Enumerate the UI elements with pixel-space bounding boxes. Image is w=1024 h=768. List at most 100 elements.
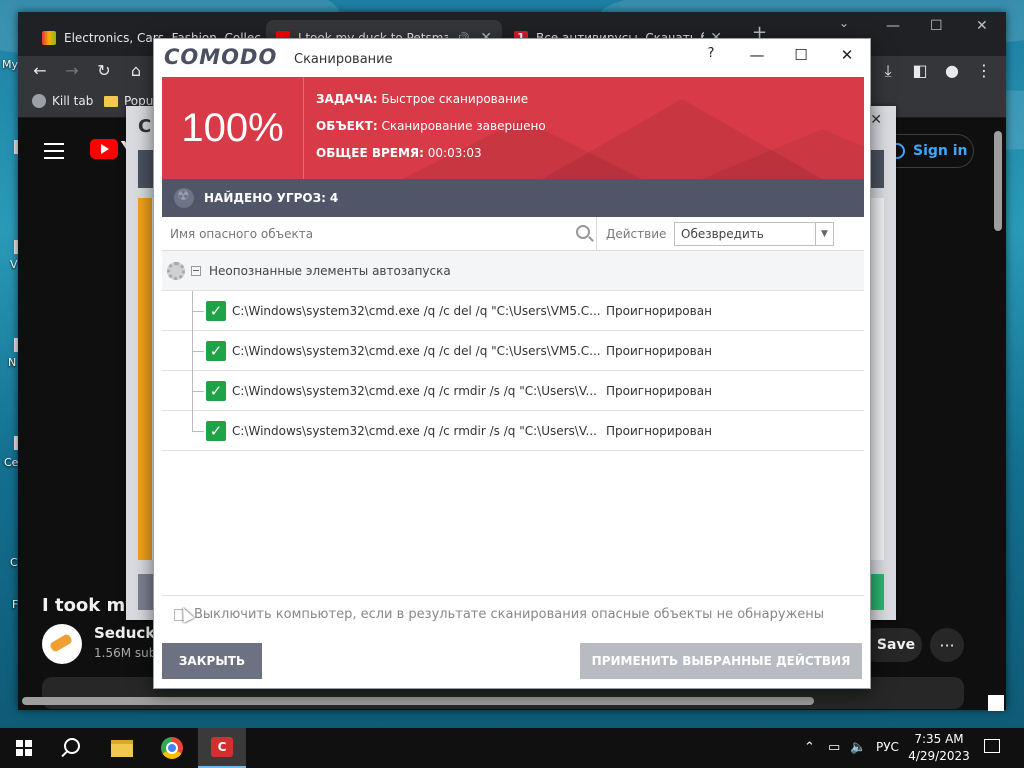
threat-list: ✓ C:\Windows\system32\cmd.exe /q /c del … bbox=[162, 291, 864, 591]
chrome-taskbar-button[interactable] bbox=[148, 728, 196, 768]
close-button[interactable]: ЗАКРЫТЬ bbox=[162, 643, 262, 679]
show-hidden-icons-icon[interactable]: ⌃ bbox=[804, 740, 815, 755]
time-line: ОБЩЕЕ ВРЕМЯ: 00:03:03 bbox=[316, 146, 482, 160]
task-label: ЗАДАЧА: bbox=[316, 92, 378, 106]
taskbar-search-icon[interactable] bbox=[64, 738, 80, 754]
side-panel-icon[interactable]: ◧ bbox=[910, 61, 930, 80]
comodo-logo: COMODO bbox=[164, 45, 278, 69]
background-window-close-icon[interactable]: ✕ bbox=[870, 112, 882, 128]
comodo-taskbar-button[interactable]: C bbox=[198, 728, 246, 768]
gear-icon bbox=[167, 261, 185, 280]
desktop-icon-label[interactable]: V bbox=[10, 258, 18, 271]
object-value: Сканирование завершено bbox=[381, 119, 546, 133]
task-line: ЗАДАЧА: Быстрое сканирование bbox=[316, 92, 528, 106]
profile-icon[interactable]: ● bbox=[942, 61, 962, 80]
youtube-logo-icon[interactable] bbox=[90, 139, 118, 159]
threat-group-row[interactable]: Неопознанные элементы автозапуска bbox=[162, 251, 864, 291]
background-window-logo: C bbox=[138, 116, 152, 137]
bookmark-kill-tab[interactable]: Kill tab bbox=[32, 94, 93, 108]
horizontal-scrollbar[interactable] bbox=[22, 697, 814, 705]
dialog-titlebar: COMODO Сканирование ? — ☐ ✕ bbox=[154, 39, 870, 77]
hamburger-menu-icon[interactable] bbox=[44, 143, 64, 164]
threats-label: НАЙДЕНО УГРОЗ: bbox=[204, 191, 326, 205]
folder-icon bbox=[104, 95, 118, 107]
time-label: ОБЩЕЕ ВРЕМЯ: bbox=[316, 146, 424, 160]
clock-date: 4/29/2023 bbox=[908, 749, 970, 763]
time-value: 00:03:03 bbox=[427, 146, 482, 160]
file-explorer-button[interactable] bbox=[98, 728, 146, 768]
home-icon[interactable]: ⌂ bbox=[126, 61, 146, 80]
maximize-button[interactable]: ☐ bbox=[930, 18, 943, 34]
progress-percent: 100% bbox=[162, 77, 304, 179]
dialog-minimize-icon[interactable]: — bbox=[748, 46, 766, 64]
more-actions-button[interactable]: ··· bbox=[930, 628, 964, 662]
sign-in-label: Sign in bbox=[913, 143, 968, 159]
column-separator bbox=[596, 217, 597, 251]
close-browser-button[interactable]: ✕ bbox=[976, 18, 988, 34]
back-arrow-icon[interactable]: ← bbox=[30, 61, 50, 80]
forward-arrow-icon[interactable]: → bbox=[62, 61, 82, 80]
threat-row[interactable]: ✓ C:\Windows\system32\cmd.exe /q /c rmdi… bbox=[162, 411, 864, 451]
action-select[interactable]: Обезвредить ▼ bbox=[674, 222, 834, 246]
dialog-maximize-icon[interactable]: ☐ bbox=[792, 46, 810, 64]
threat-status: Проигнорирован bbox=[606, 304, 712, 318]
threat-row[interactable]: ✓ C:\Windows\system32\cmd.exe /q /c del … bbox=[162, 291, 864, 331]
threat-path: C:\Windows\system32\cmd.exe /q /c rmdir … bbox=[232, 424, 597, 438]
group-label: Неопознанные элементы автозапуска bbox=[209, 263, 451, 278]
object-line: ОБЪЕКТ: Сканирование завершено bbox=[316, 119, 546, 133]
menu-kebab-icon[interactable]: ⋮ bbox=[974, 61, 994, 80]
threat-row[interactable]: ✓ C:\Windows\system32\cmd.exe /q /c del … bbox=[162, 331, 864, 371]
chrome-icon bbox=[161, 737, 183, 759]
action-select-value: Обезвредить bbox=[681, 227, 764, 241]
notification-center-icon[interactable] bbox=[984, 739, 1000, 753]
radiation-icon bbox=[174, 188, 194, 208]
comodo-scan-dialog: COMODO Сканирование ? — ☐ ✕ 100% ЗАДАЧА:… bbox=[153, 38, 871, 689]
search-icon[interactable] bbox=[576, 225, 590, 239]
apply-actions-button[interactable]: ПРИМЕНИТЬ ВЫБРАННЫЕ ДЕЙСТВИЯ bbox=[580, 643, 862, 679]
checkbox-checked-icon[interactable]: ✓ bbox=[206, 301, 226, 321]
windows-start-icon[interactable] bbox=[16, 740, 32, 756]
column-action-label: Действие bbox=[606, 227, 667, 241]
checkbox-checked-icon[interactable]: ✓ bbox=[206, 421, 226, 441]
checkbox-checked-icon[interactable]: ✓ bbox=[206, 341, 226, 361]
threats-count: 4 bbox=[329, 191, 339, 205]
video-title: I took my bbox=[42, 595, 138, 616]
background-window-accent bbox=[138, 198, 152, 560]
desktop-icon-label[interactable]: Ce bbox=[4, 456, 18, 469]
folder-icon bbox=[111, 739, 133, 757]
taskbar-clock[interactable]: 7:35 AM 4/29/2023 bbox=[904, 731, 974, 765]
globe-icon bbox=[32, 94, 46, 108]
threat-row[interactable]: ✓ C:\Windows\system32\cmd.exe /q /c rmdi… bbox=[162, 371, 864, 411]
threat-path: C:\Windows\system32\cmd.exe /q /c del /q… bbox=[232, 344, 601, 358]
threat-status: Проигнорирован bbox=[606, 344, 712, 358]
desktop-icon-label[interactable]: My bbox=[2, 58, 18, 71]
column-name-label: Имя опасного объекта bbox=[170, 227, 314, 241]
comodo-icon: C bbox=[211, 737, 233, 757]
channel-avatar[interactable] bbox=[42, 624, 82, 664]
object-label: ОБЪЕКТ: bbox=[316, 119, 378, 133]
desktop-icon-label[interactable]: N bbox=[8, 356, 16, 369]
dialog-title: Сканирование bbox=[294, 52, 393, 67]
checkbox-checked-icon[interactable]: ✓ bbox=[206, 381, 226, 401]
threat-path: C:\Windows\system32\cmd.exe /q /c del /q… bbox=[232, 304, 601, 318]
collapse-icon[interactable] bbox=[191, 265, 201, 276]
download-icon[interactable]: ⤓ bbox=[878, 61, 898, 81]
tab-search-chevron-icon[interactable]: ⌄ bbox=[839, 16, 849, 30]
input-language[interactable]: РУС bbox=[876, 740, 899, 754]
dialog-close-icon[interactable]: ✕ bbox=[838, 46, 856, 64]
threat-status: Проигнорирован bbox=[606, 424, 712, 438]
desktop-icon-label[interactable]: C bbox=[10, 556, 18, 569]
network-icon[interactable]: ▭ bbox=[828, 740, 840, 755]
dropdown-arrow-icon[interactable]: ▼ bbox=[815, 223, 833, 245]
volume-icon[interactable]: 🔈 bbox=[850, 740, 866, 755]
bookmark-label: Kill tab bbox=[52, 94, 94, 108]
threat-status: Проигнорирован bbox=[606, 384, 712, 398]
minimize-button[interactable]: — bbox=[886, 18, 900, 34]
shutdown-option[interactable]: Выключить компьютер, если в результате с… bbox=[162, 595, 864, 633]
vertical-scrollbar[interactable] bbox=[994, 131, 1002, 231]
task-value: Быстрое сканирование bbox=[381, 92, 529, 106]
reload-icon[interactable]: ↻ bbox=[94, 61, 114, 80]
help-button[interactable]: ? bbox=[702, 46, 720, 61]
shutdown-label: Выключить компьютер, если в результате с… bbox=[194, 607, 825, 622]
taskbar: C ⌃ ▭ 🔈 РУС 7:35 AM 4/29/2023 bbox=[0, 728, 1024, 768]
